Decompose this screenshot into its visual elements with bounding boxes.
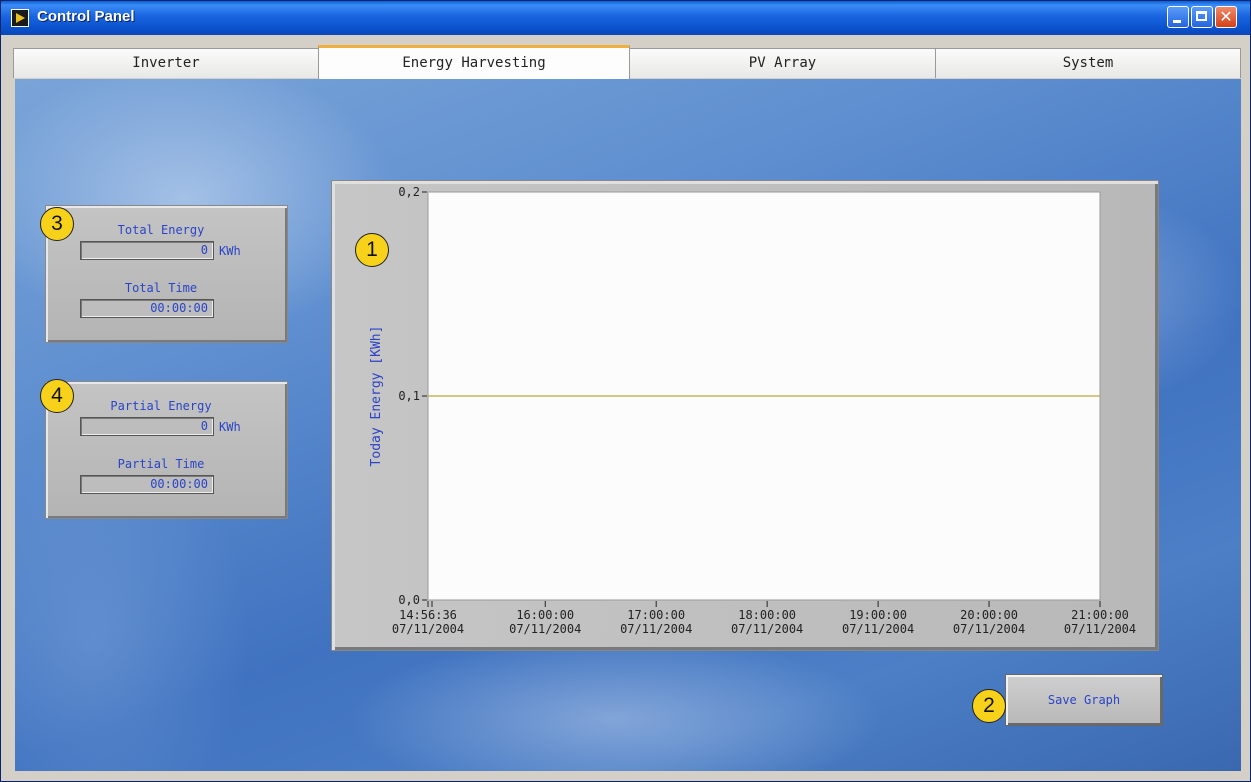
partial-time-label: Partial Time	[117, 457, 205, 471]
labview-app-icon	[11, 9, 29, 27]
y-tick-label: 0,2	[398, 185, 420, 199]
total-energy-unit: KWh	[219, 244, 241, 258]
partial-energy-value: 0	[80, 417, 214, 436]
y-axis-title: Today Energy [KWh]	[369, 326, 384, 467]
callout-3: 3	[40, 207, 74, 241]
control-panel-window: Control Panel ✕ Inverter Energy Harvesti…	[0, 0, 1251, 782]
minimize-icon	[1173, 20, 1181, 23]
x-tick-date-label: 07/11/2004	[620, 622, 692, 636]
energy-harvesting-panel: Total Energy 0 KWh Total Time 00:00:00 3…	[15, 79, 1241, 771]
partial-time-value: 00:00:00	[80, 475, 214, 494]
maximize-icon	[1196, 11, 1207, 21]
x-tick-time-label: 19:00:00	[849, 608, 907, 622]
x-tick-time-label: 17:00:00	[627, 608, 685, 622]
x-tick-time-label: 18:00:00	[738, 608, 796, 622]
partial-energy-box: Partial Energy 0 KWh Partial Time 00:00:…	[45, 381, 288, 519]
minimize-button[interactable]	[1167, 6, 1189, 28]
total-energy-value: 0	[80, 241, 214, 260]
x-tick-time-label: 16:00:00	[516, 608, 574, 622]
x-tick-time-label: 20:00:00	[960, 608, 1018, 622]
energy-graph-svg: 0,20,10,0Today Energy [KWh]14:56:3607/11…	[369, 185, 1136, 636]
save-graph-button[interactable]: Save Graph	[1005, 674, 1163, 726]
tab-pv-array[interactable]: PV Array	[629, 48, 936, 78]
x-tick-date-label: 07/11/2004	[392, 622, 464, 636]
x-tick-time-label: 21:00:00	[1071, 608, 1129, 622]
window-title: Control Panel	[37, 8, 135, 25]
total-energy-box: Total Energy 0 KWh Total Time 00:00:00	[45, 205, 288, 343]
tab-energy-harvesting[interactable]: Energy Harvesting	[318, 45, 630, 79]
tab-system[interactable]: System	[935, 48, 1241, 78]
x-tick-date-label: 07/11/2004	[731, 622, 803, 636]
energy-graph[interactable]: 0,2 0,1 0,0 Today Energy [KWh] 14:56:36 07/11…	[331, 180, 1159, 651]
total-energy-label: Total Energy	[117, 223, 205, 237]
callout-1: 1	[355, 233, 389, 267]
tab-bar: Inverter Energy Harvesting PV Array Syst…	[13, 45, 1241, 79]
close-icon: ✕	[1219, 7, 1233, 26]
y-tick-label: 0,1	[398, 389, 420, 403]
x-tick-date-label: 07/11/2004	[509, 622, 581, 636]
y-tick-label: 0,0	[398, 593, 420, 607]
x-tick-date-label: 07/11/2004	[842, 622, 914, 636]
partial-energy-unit: KWh	[219, 420, 241, 434]
callout-2: 2	[972, 689, 1006, 723]
tab-inverter[interactable]: Inverter	[13, 48, 319, 78]
total-time-label: Total Time	[124, 281, 198, 295]
x-tick-time-label: 14:56:36	[399, 608, 457, 622]
total-time-value: 00:00:00	[80, 299, 214, 318]
x-tick-date-label: 07/11/2004	[1064, 622, 1136, 636]
x-tick-date-label: 07/11/2004	[953, 622, 1025, 636]
callout-4: 4	[40, 379, 74, 413]
partial-energy-label: Partial Energy	[110, 399, 212, 413]
title-bar[interactable]: Control Panel ✕	[1, 1, 1250, 35]
close-button[interactable]: ✕	[1215, 6, 1237, 28]
maximize-button[interactable]	[1191, 6, 1213, 28]
